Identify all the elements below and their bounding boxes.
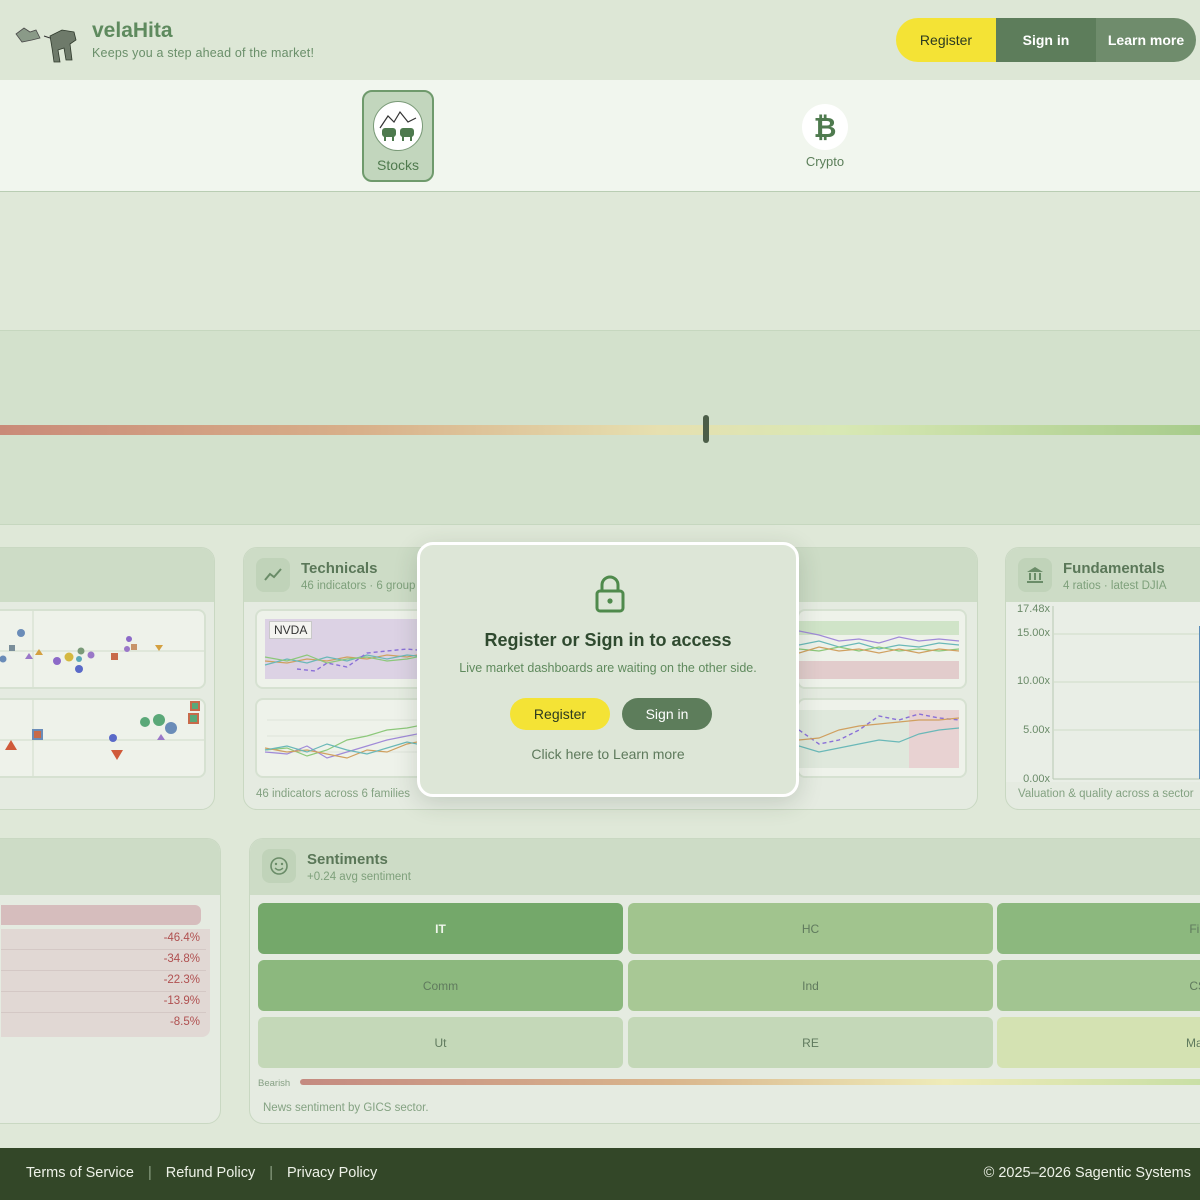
market-gauge-section xyxy=(0,330,1200,525)
scatter-card xyxy=(0,547,215,810)
sector-label: Mat xyxy=(1185,1035,1200,1050)
movers-card: -46.4% -34.8% -22.3% -13.9% -8.5% xyxy=(0,838,221,1124)
table-row[interactable]: -46.4% xyxy=(1,929,206,950)
mover-change: -8.5% xyxy=(169,1016,200,1028)
smiley-icon xyxy=(262,849,296,883)
fundamentals-y-tick: 5.00x xyxy=(1023,724,1050,736)
sentiment-heatmap: IT HC Fin Comm Ind CS Ut RE Mat Bearish … xyxy=(250,895,1200,1123)
nav-label-crypto: Crypto xyxy=(805,154,845,169)
sector-tile-it[interactable]: IT xyxy=(258,903,623,954)
movers-card-header xyxy=(0,839,220,895)
sector-label: RE xyxy=(802,1035,819,1050)
market-gauge-needle xyxy=(702,415,709,443)
fundamentals-y-tick: 10.00x xyxy=(1016,675,1050,687)
sentiments-card: Sentiments +0.24 avg sentiment IT HC Fin… xyxy=(249,838,1200,1124)
nav-item-stocks[interactable]: Stocks xyxy=(362,90,434,182)
sentiments-title: Sentiments xyxy=(307,851,388,868)
sector-label: Fin xyxy=(1189,921,1200,936)
fundamentals-subtitle: 4 ratios · latest DJIA xyxy=(1063,580,1167,592)
market-gauge-bar xyxy=(0,425,1200,435)
fundamentals-y-tick: 0.00x xyxy=(1023,773,1050,785)
modal-title: Register or Sign in to access xyxy=(484,630,732,650)
privacy-policy-link[interactable]: Privacy Policy xyxy=(287,1165,377,1181)
fundamentals-card: Fundamentals 4 ratios · latest DJIA 17.4… xyxy=(1005,547,1200,810)
nav-item-crypto[interactable]: ₿ Crypto xyxy=(795,102,855,172)
technicals-chart-nvda[interactable]: NVDA xyxy=(255,609,425,689)
copyright: © 2025–2026 Sagentic Systems xyxy=(983,1165,1191,1181)
site-header: velaHita Keeps you a step ahead of the m… xyxy=(0,0,1200,80)
sentiments-card-header xyxy=(250,839,1200,895)
sector-label: HC xyxy=(801,921,820,936)
fundamentals-footer: Valuation & quality across a sector xyxy=(1018,788,1194,800)
sector-tile-mat[interactable]: Mat xyxy=(997,1017,1200,1068)
sentiment-scale-bar xyxy=(300,1079,1200,1085)
refund-policy-link[interactable]: Refund Policy xyxy=(166,1165,255,1181)
sentiment-scale-label: Bearish xyxy=(258,1078,291,1089)
learn-more-button[interactable]: Learn more xyxy=(1096,18,1196,62)
footer-separator: | xyxy=(147,1165,152,1181)
ticker-label: NVDA xyxy=(269,621,313,639)
modal-description: Live market dashboards are waiting on th… xyxy=(459,661,757,675)
technicals-chart-bottom-right[interactable] xyxy=(797,698,967,778)
sector-tile-hc[interactable]: HC xyxy=(628,903,993,954)
bull-bear-icon xyxy=(373,101,423,151)
sentiments-subtitle: +0.24 avg sentiment xyxy=(307,871,411,883)
scatter-card-header xyxy=(0,548,214,602)
brand-name: velaHita xyxy=(92,19,173,42)
modal-signin-button[interactable]: Sign in xyxy=(622,698,712,730)
movers-table: -46.4% -34.8% -22.3% -13.9% -8.5% xyxy=(1,929,210,1037)
table-row[interactable]: -34.8% xyxy=(1,950,206,971)
scatter-panel-bottom xyxy=(0,698,206,778)
technicals-chart-bottom-left[interactable] xyxy=(255,698,425,778)
scatter-panel-top xyxy=(0,609,206,689)
sentiments-footer: News sentiment by GICS sector. xyxy=(263,1102,429,1114)
market-nav: Stocks ₿ Crypto xyxy=(0,80,1200,192)
site-footer: Terms of Service | Refund Policy | Priva… xyxy=(0,1148,1200,1200)
technicals-subtitle: 46 indicators · 6 group xyxy=(301,580,416,592)
lock-icon xyxy=(595,575,625,613)
technicals-footer: 46 indicators across 6 families xyxy=(256,788,411,800)
modal-register-button[interactable]: Register xyxy=(510,698,610,730)
sector-tile-re[interactable]: RE xyxy=(628,1017,993,1068)
sector-tile-comm[interactable]: Comm xyxy=(258,960,623,1011)
register-button[interactable]: Register xyxy=(896,18,996,62)
mover-change: -46.4% xyxy=(163,932,200,944)
technicals-title: Technicals xyxy=(301,560,378,577)
fundamentals-chart: 17.48x 15.00x 10.00x 5.00x 0.00x xyxy=(1006,602,1200,785)
terms-link[interactable]: Terms of Service xyxy=(26,1165,134,1181)
table-row[interactable]: -8.5% xyxy=(1,1013,206,1034)
sector-label: Comm xyxy=(422,978,459,993)
mover-change: -13.9% xyxy=(163,995,200,1007)
sector-label: CS xyxy=(1189,978,1200,993)
sector-label: Ut xyxy=(434,1035,447,1050)
technicals-chart-top-right[interactable] xyxy=(797,609,967,689)
fundamentals-y-tick: 15.00x xyxy=(1016,627,1050,639)
mover-change: -34.8% xyxy=(163,953,200,965)
footer-separator: | xyxy=(269,1165,274,1181)
nav-label-stocks: Stocks xyxy=(376,157,419,173)
sector-tile-fin[interactable]: Fin xyxy=(997,903,1200,954)
sector-tile-cs[interactable]: CS xyxy=(997,960,1200,1011)
table-row[interactable]: -22.3% xyxy=(1,971,206,992)
footer-links: Terms of Service | Refund Policy | Priva… xyxy=(26,1165,377,1181)
table-row[interactable]: -13.9% xyxy=(1,992,206,1013)
sector-tile-ut[interactable]: Ut xyxy=(258,1017,623,1068)
sector-tile-ind[interactable]: Ind xyxy=(628,960,993,1011)
modal-learn-more-link[interactable]: Click here to Learn more xyxy=(420,746,796,762)
svg-text:₿: ₿ xyxy=(814,111,837,144)
brand-tagline: Keeps you a step ahead of the market! xyxy=(92,46,315,60)
bitcoin-icon: ₿ xyxy=(802,104,848,150)
fundamentals-title: Fundamentals xyxy=(1063,560,1165,577)
fundamentals-y-tick: 17.48x xyxy=(1016,603,1050,615)
bank-icon xyxy=(1018,558,1052,592)
access-modal: Register or Sign in to access Live marke… xyxy=(417,542,799,797)
sector-label: IT xyxy=(435,921,446,936)
sector-label: Ind xyxy=(802,978,819,993)
movers-table-header xyxy=(1,905,201,925)
auth-button-group: Register Sign in Learn more xyxy=(896,18,1196,62)
mover-change: -22.3% xyxy=(163,974,200,986)
trend-chart-icon xyxy=(256,558,290,592)
signin-button[interactable]: Sign in xyxy=(996,18,1096,62)
logo-icon[interactable] xyxy=(14,20,78,64)
